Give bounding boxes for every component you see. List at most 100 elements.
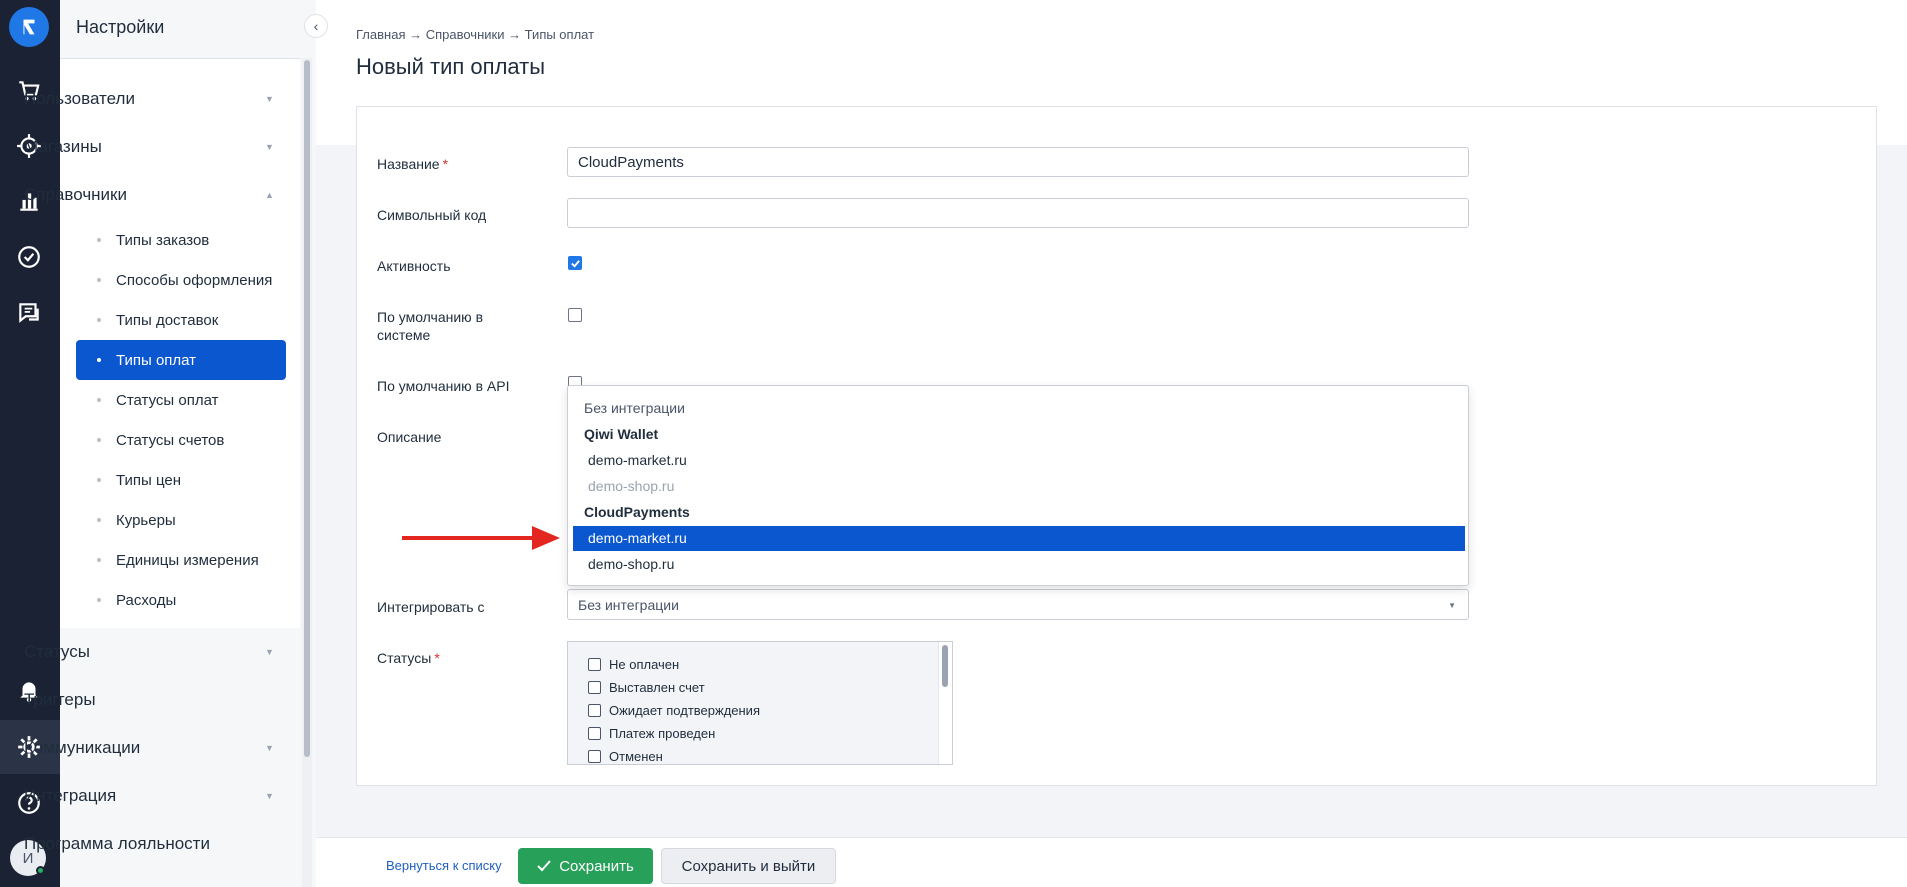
bullet-icon xyxy=(97,438,101,442)
check-icon xyxy=(570,259,580,268)
dropdown-option-cloudpayments-demo-shop[interactable]: demo-shop.ru xyxy=(573,552,1465,577)
dropdown-option-none[interactable]: Без интеграции xyxy=(573,396,1465,421)
page-title: Новый тип оплаты xyxy=(356,54,546,79)
sidebar-subitem-label: Расходы xyxy=(116,591,177,609)
status-label: Платеж проведен xyxy=(609,726,716,741)
sidebar-subitem-label: Типы оплат xyxy=(116,351,197,369)
active-label: Активность xyxy=(377,258,451,274)
chevron-down-icon: ▼ xyxy=(265,647,274,657)
online-status-dot xyxy=(36,866,45,875)
sidebar-subitem-label: Типы доставок xyxy=(116,311,219,329)
required-marker: * xyxy=(434,650,440,666)
sidebar-subitem-payment-types[interactable]: Типы оплат xyxy=(76,340,286,380)
chevron-down-icon: ▼ xyxy=(1448,601,1456,610)
status-item[interactable]: Платеж проведен xyxy=(588,726,715,741)
sidebar-subitem-order-types[interactable]: Типы заказов xyxy=(76,220,286,260)
status-label: Выставлен счет xyxy=(609,680,705,695)
sidebar-subitem-checkout-methods[interactable]: Способы оформления xyxy=(76,260,286,300)
statuses-scroll-thumb[interactable] xyxy=(942,645,948,687)
bullet-icon xyxy=(97,398,101,402)
integrate-label: Интегрировать с xyxy=(377,599,485,615)
breadcrumb[interactable]: Главная → Справочники → Типы оплат xyxy=(356,27,594,42)
save-button-label: Сохранить xyxy=(559,857,634,875)
sidebar-item-integration[interactable]: Интеграция xyxy=(24,786,116,806)
status-item[interactable]: Не оплачен xyxy=(588,657,679,672)
integrate-select[interactable]: Без интеграции ▼ xyxy=(567,589,1469,620)
sidebar-subitem-label: Статусы счетов xyxy=(116,431,225,449)
active-checkbox[interactable] xyxy=(568,256,582,270)
tasks-icon[interactable] xyxy=(12,240,46,274)
integrate-select-value: Без интеграции xyxy=(578,597,679,613)
name-input[interactable] xyxy=(567,147,1469,177)
default-system-label: По умолчанию в системе xyxy=(377,309,484,343)
chevron-down-icon: ▼ xyxy=(265,743,274,753)
collapse-sidebar-button[interactable]: ‹ xyxy=(304,14,328,38)
status-item[interactable]: Ожидает подтверждения xyxy=(588,703,760,718)
sidebar-subitem-payment-statuses[interactable]: Статусы оплат xyxy=(76,380,286,420)
sidebar-subitem-invoice-statuses[interactable]: Статусы счетов xyxy=(76,420,286,460)
code-input[interactable] xyxy=(567,198,1469,228)
status-label: Отменен xyxy=(609,749,663,764)
required-marker: * xyxy=(442,156,449,172)
bullet-icon xyxy=(97,598,101,602)
sidebar-subitem-price-types[interactable]: Типы цен xyxy=(76,460,286,500)
chevron-down-icon: ▼ xyxy=(265,791,274,801)
sidebar-subitem-expenses[interactable]: Расходы xyxy=(76,580,286,620)
sidebar-scroll-thumb[interactable] xyxy=(304,60,310,757)
name-label: Название * xyxy=(377,156,449,172)
bullet-icon xyxy=(97,318,101,322)
sidebar-divider xyxy=(60,58,300,59)
sidebar-subitem-label: Статусы оплат xyxy=(116,391,219,409)
check-icon xyxy=(537,860,551,872)
statuses-label: Статусы * xyxy=(377,650,440,666)
chevron-down-icon: ▼ xyxy=(265,94,274,104)
status-checkbox[interactable] xyxy=(588,658,601,671)
sidebar-item-users[interactable]: Пользователи xyxy=(24,89,135,109)
status-checkbox[interactable] xyxy=(588,750,601,763)
status-label: Ожидает подтверждения xyxy=(609,703,760,718)
red-arrow-annotation xyxy=(402,526,560,550)
sidebar-title: Настройки xyxy=(76,17,165,37)
status-checkbox[interactable] xyxy=(588,727,601,740)
bullet-icon xyxy=(97,278,101,282)
sidebar-subitem-couriers[interactable]: Курьеры xyxy=(76,500,286,540)
back-to-list-link[interactable]: Вернуться к списку xyxy=(386,858,502,873)
sidebar-subitem-label: Типы цен xyxy=(116,471,182,489)
status-checkbox[interactable] xyxy=(588,704,601,717)
dropdown-group-cloudpayments: CloudPayments xyxy=(584,504,690,520)
sidebar-item-communications[interactable]: Коммуникации xyxy=(24,738,140,758)
code-label: Символьный код xyxy=(377,207,487,223)
dropdown-option-cloudpayments-demo-market[interactable]: demo-market.ru xyxy=(573,526,1465,551)
description-label: Описание xyxy=(377,429,442,445)
sidebar-item-references[interactable]: Справочники xyxy=(24,185,127,205)
bullet-icon xyxy=(97,238,101,242)
status-item[interactable]: Выставлен счет xyxy=(588,680,705,695)
chevron-down-icon: ▼ xyxy=(265,142,274,152)
dropdown-group-qiwi: Qiwi Wallet xyxy=(584,426,659,442)
save-button[interactable]: Сохранить xyxy=(518,848,653,884)
sidebar-item-loyalty[interactable]: Программа лояльности xyxy=(24,834,210,854)
bullet-icon xyxy=(97,478,101,482)
sidebar-subitem-label: Способы оформления xyxy=(116,271,273,289)
dropdown-option-qiwi-demo-market[interactable]: demo-market.ru xyxy=(573,448,1465,473)
default-system-checkbox[interactable] xyxy=(568,308,582,322)
sidebar-item-triggers[interactable]: Триггеры xyxy=(24,690,96,710)
bullet-icon xyxy=(97,558,101,562)
chevron-up-icon: ▲ xyxy=(265,190,274,200)
default-api-label: По умолчанию в API xyxy=(377,378,510,394)
sidebar-subitem-label: Единицы измерения xyxy=(116,551,259,569)
chat-icon[interactable] xyxy=(12,296,46,330)
status-item[interactable]: Отменен xyxy=(588,749,663,764)
status-checkbox[interactable] xyxy=(588,681,601,694)
chevron-left-icon: ‹ xyxy=(313,18,319,34)
sidebar-subitem-label: Типы заказов xyxy=(116,231,210,249)
dropdown-option-qiwi-demo-shop: demo-shop.ru xyxy=(588,478,675,494)
sidebar-item-shops[interactable]: Магазины xyxy=(24,137,102,157)
sidebar-subitem-delivery-types[interactable]: Типы доставок xyxy=(76,300,286,340)
sidebar-subitem-units[interactable]: Единицы измерения xyxy=(76,540,286,580)
sidebar-item-statuses[interactable]: Статусы xyxy=(24,642,90,662)
save-and-exit-button[interactable]: Сохранить и выйти xyxy=(661,848,836,884)
bullet-icon xyxy=(97,358,101,362)
logo-icon[interactable] xyxy=(9,7,49,47)
bullet-icon xyxy=(97,518,101,522)
